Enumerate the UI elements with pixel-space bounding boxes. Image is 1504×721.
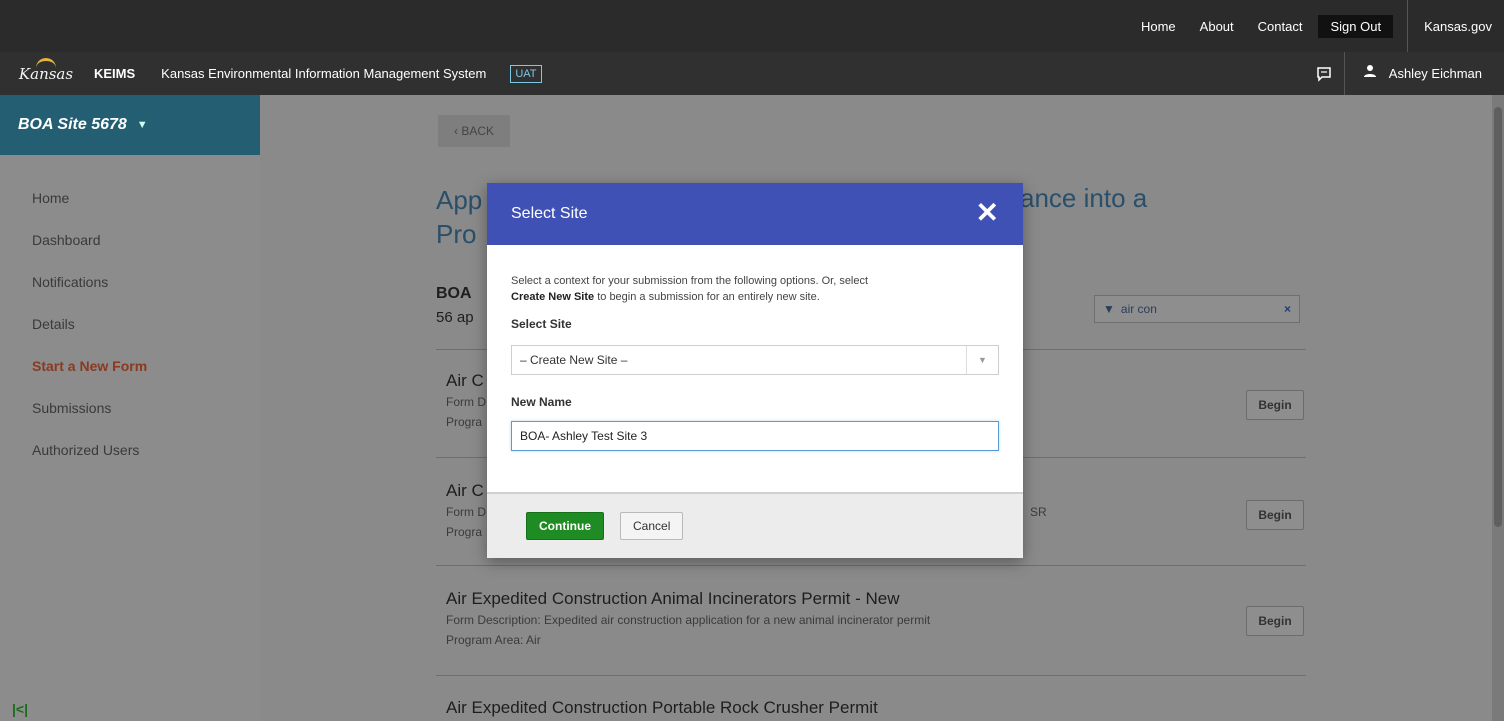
cancel-button[interactable]: Cancel	[620, 512, 684, 540]
dialog-footer: Continue Cancel	[487, 492, 1023, 558]
back-label: BACK	[461, 124, 495, 138]
app-full-name: Kansas Environmental Information Managem…	[161, 66, 487, 81]
select-site-dialog: Select Site ✕ Select a context for your …	[487, 183, 1023, 558]
site-select[interactable]: – Create New Site – ▼	[511, 345, 999, 375]
instructions-line2: to begin a submission for an entirely ne…	[594, 291, 820, 303]
sidebar-item-start-new-form[interactable]: Start a New Form	[0, 345, 260, 387]
section-title: BOA	[436, 285, 472, 302]
sign-out-button[interactable]: Sign Out	[1318, 14, 1394, 38]
list-item: Air Expedited Construction Animal Incine…	[446, 589, 1246, 647]
new-name-input[interactable]: BOA- Ashley Test Site 3	[511, 421, 999, 451]
new-name-label: New Name	[511, 395, 572, 409]
form-description-suffix: SR	[1030, 505, 1047, 519]
continue-button[interactable]: Continue	[526, 512, 604, 540]
nav-contact-link[interactable]: Contact	[1246, 19, 1315, 34]
site-selector[interactable]: BOA Site 5678 ▼	[0, 95, 260, 155]
scrollbar-thumb[interactable]	[1494, 107, 1502, 527]
top-nav: Home About Contact Sign Out Kansas.gov	[1129, 0, 1504, 52]
sidebar-item-authorized-users[interactable]: Authorized Users	[0, 429, 260, 471]
sidebar-item-dashboard[interactable]: Dashboard	[0, 219, 260, 261]
dialog-header: Select Site ✕	[487, 183, 1023, 245]
instructions-bold: Create New Site	[511, 291, 595, 303]
begin-button[interactable]: Begin	[1246, 500, 1304, 530]
kansas-gov-link[interactable]: Kansas.gov	[1407, 0, 1504, 52]
dialog-body: Select a context for your submission fro…	[487, 245, 1023, 451]
instructions-line1: Select a context for your submission fro…	[511, 275, 869, 287]
app-short-name: KEIMS	[94, 66, 136, 81]
sidebar-item-details[interactable]: Details	[0, 303, 260, 345]
app-bar: Kansas KEIMS Kansas Environmental Inform…	[0, 52, 1504, 95]
select-site-label: Select Site	[511, 317, 572, 331]
scrollbar[interactable]	[1492, 95, 1504, 721]
form-description-text: Form D	[446, 505, 486, 519]
clear-filter-icon[interactable]: ×	[1284, 302, 1291, 316]
site-select-value: – Create New Site –	[520, 353, 628, 367]
nav-about-link[interactable]: About	[1188, 19, 1246, 34]
form-description: Form Description: Expedited air construc…	[446, 613, 931, 627]
user-name[interactable]: Ashley Eichman	[1389, 66, 1482, 81]
filter-value: air con	[1120, 302, 1157, 316]
back-button[interactable]: ‹ BACK	[438, 115, 510, 147]
form-program-area: Program Area: Air	[446, 633, 541, 647]
dropdown-arrow-icon: ▼	[966, 346, 998, 374]
filter-icon: ▼	[1103, 302, 1115, 316]
form-name: Air Expedited Construction Portable Rock…	[446, 698, 878, 717]
dialog-instructions: Select a context for your submission fro…	[511, 273, 999, 305]
environment-badge: UAT	[510, 64, 542, 83]
chevron-left-icon: ‹	[453, 124, 462, 138]
result-count: 56 ap	[436, 309, 474, 326]
form-name: Air Expedited Construction Animal Incine…	[446, 589, 900, 608]
sidebar: BOA Site 5678 ▼ Home Dashboard Notificat…	[0, 95, 260, 721]
collapse-sidebar-icon[interactable]: |<|	[12, 701, 28, 717]
sidebar-item-notifications[interactable]: Notifications	[0, 261, 260, 303]
kansas-logo[interactable]: Kansas	[16, 57, 76, 87]
chevron-down-icon: ▼	[136, 119, 148, 131]
user-icon	[1363, 64, 1377, 83]
appbar-right: Ashley Eichman	[1305, 52, 1504, 95]
sidebar-item-submissions[interactable]: Submissions	[0, 387, 260, 429]
nav-home-link[interactable]: Home	[1129, 19, 1188, 34]
page-title-right: ance into a	[1020, 183, 1148, 213]
sidebar-item-home[interactable]: Home	[0, 177, 260, 219]
close-icon[interactable]: ✕	[976, 199, 999, 227]
dialog-title: Select Site	[511, 205, 588, 222]
filter-input[interactable]: ▼ air con ×	[1094, 295, 1300, 323]
logo-arc-icon	[36, 57, 56, 68]
sidebar-menu: Home Dashboard Notifications Details Sta…	[0, 177, 260, 471]
begin-button[interactable]: Begin	[1246, 390, 1304, 420]
site-name: BOA Site 5678	[18, 116, 127, 133]
top-bar: Home About Contact Sign Out Kansas.gov	[0, 0, 1504, 52]
divider	[436, 565, 1306, 566]
divider	[436, 675, 1306, 676]
list-item: Air Expedited Construction Portable Rock…	[446, 698, 1246, 718]
feedback-icon[interactable]	[1305, 52, 1345, 95]
begin-button[interactable]: Begin	[1246, 606, 1304, 636]
